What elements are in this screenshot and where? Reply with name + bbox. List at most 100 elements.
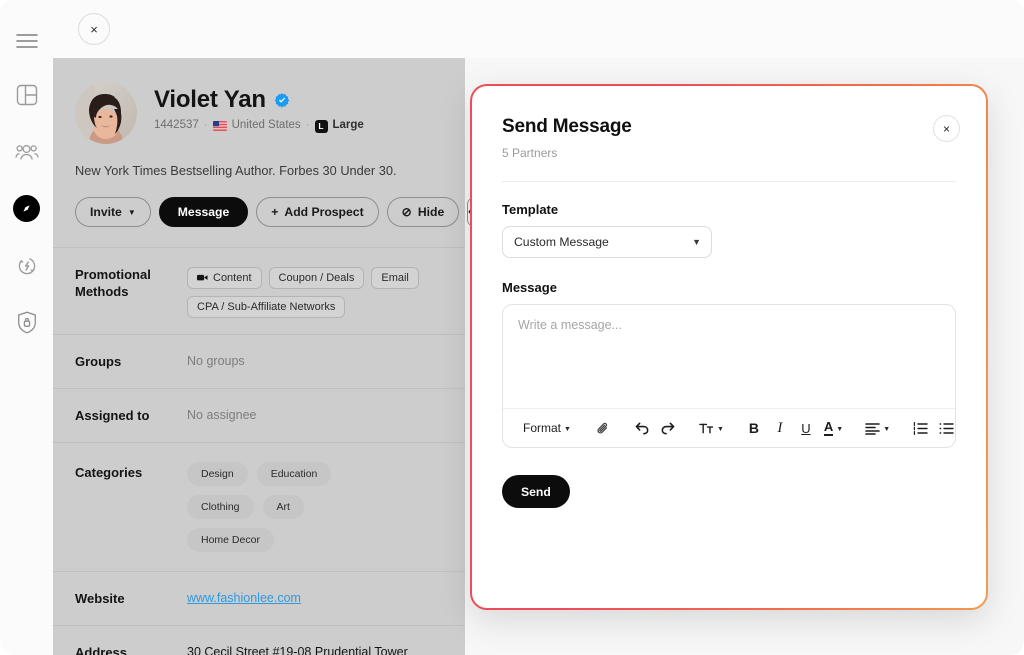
pill-clothing[interactable]: Clothing [187, 494, 254, 519]
close-panel-button[interactable]: × [78, 13, 110, 45]
main-surface: × Violet Yan 1442537 · United States · L… [53, 0, 1024, 655]
sidebar-item-payments[interactable] [0, 237, 53, 294]
redo-icon [660, 421, 676, 435]
promotional-method-chips: Content Coupon / Deals Email CPA / Sub-A… [187, 266, 443, 318]
ordered-list-button[interactable] [908, 416, 932, 440]
shield-lock-icon [17, 311, 37, 334]
chip-content[interactable]: Content [187, 266, 262, 289]
invite-label: Invite [90, 204, 122, 219]
send-label: Send [521, 484, 551, 499]
font-size-button[interactable]: ▼ [694, 416, 728, 440]
format-dropdown-button[interactable]: Format ▼ [516, 416, 578, 440]
send-button[interactable]: Send [502, 475, 570, 508]
attachment-button[interactable] [592, 416, 616, 440]
modal-title: Send Message [502, 116, 632, 137]
chevron-down-icon: ▼ [564, 425, 571, 433]
pill-education[interactable]: Education [256, 461, 332, 486]
avatar[interactable] [75, 82, 137, 144]
undo-icon [634, 421, 650, 435]
add-prospect-button[interactable]: + Add Prospect [256, 196, 379, 227]
hide-button[interactable]: ⊘ Hide [386, 196, 460, 227]
size-label: Large [332, 119, 364, 132]
chip-coupon-deals[interactable]: Coupon / Deals [268, 266, 365, 289]
profile-bio: New York Times Bestselling Author. Forbe… [75, 163, 397, 178]
align-button[interactable]: ▼ [861, 416, 894, 440]
pill-art[interactable]: Art [262, 494, 304, 519]
modal-close-button[interactable]: × [933, 115, 960, 142]
partner-id: 1442537 [154, 119, 199, 132]
row-label: Groups [75, 353, 122, 369]
chip-label: Coupon / Deals [278, 271, 355, 284]
row-assigned-to: Assigned to No assignee [53, 387, 465, 442]
profile-actions: Invite ▼ Message + Add Prospect ⊘ Hide [75, 196, 483, 227]
chip-email[interactable]: Email [371, 266, 419, 289]
unordered-list-icon [939, 422, 954, 435]
underline-icon: U [801, 420, 811, 436]
bold-icon: B [748, 420, 759, 436]
undo-button[interactable] [630, 416, 654, 440]
chip-cpa-networks[interactable]: CPA / Sub-Affiliate Networks [187, 295, 346, 318]
avatar-photo [75, 82, 137, 144]
row-label: Address [75, 644, 128, 655]
row-promotional-methods: Promotional Methods Content Coupon / Dea… [53, 246, 465, 334]
message-editor: Write a message... Format ▼ ▼ B I U A ▼ … [502, 304, 956, 448]
sidebar-item-dashboard[interactable] [0, 66, 53, 123]
editor-toolbar: Format ▼ ▼ B I U A ▼ ▼ [503, 408, 955, 447]
close-icon: × [942, 121, 950, 136]
profile-meta: 1442537 · United States · L Large [154, 119, 364, 133]
underline-button[interactable]: U [794, 416, 818, 440]
template-label: Template [502, 202, 559, 217]
unordered-list-button[interactable] [934, 416, 955, 440]
chip-label: CPA / Sub-Affiliate Networks [197, 300, 336, 313]
video-camera-icon [197, 273, 208, 282]
ordered-list-icon [913, 421, 928, 435]
modal-header: Send Message 5 Partners × [472, 86, 986, 160]
message-button[interactable]: Message [158, 196, 249, 227]
sidebar-item-discover[interactable] [0, 180, 53, 237]
italic-button[interactable]: I [768, 416, 792, 440]
bold-button[interactable]: B [742, 416, 766, 440]
row-categories: Categories Design Education Clothing Art… [53, 441, 465, 571]
groups-value: No groups [187, 353, 245, 368]
sidebar-rail [0, 0, 53, 655]
pill-home-decor[interactable]: Home Decor [187, 527, 274, 552]
website-link[interactable]: www.fashionlee.com [187, 591, 301, 605]
profile-header: Violet Yan 1442537 · United States · L L… [53, 58, 483, 227]
text-color-button[interactable]: A ▼ [820, 416, 847, 440]
profile-panel: Violet Yan 1442537 · United States · L L… [53, 58, 483, 655]
size-badge-icon: L [314, 119, 328, 133]
menu-toggle-button[interactable] [0, 16, 53, 66]
pill-design[interactable]: Design [187, 461, 248, 486]
row-label: Assigned to [75, 407, 150, 423]
redo-button[interactable] [656, 416, 680, 440]
meta-separator: · [203, 119, 208, 132]
row-label: Website [75, 590, 125, 606]
template-field: Template Custom Message ▼ [502, 202, 956, 258]
message-label: Message [177, 204, 230, 219]
chevron-down-icon: ▼ [716, 425, 724, 433]
verified-badge-icon [274, 92, 290, 108]
chevron-down-icon: ▼ [127, 208, 136, 218]
sidebar-item-partners[interactable] [0, 123, 53, 180]
hide-label: Hide [417, 204, 445, 219]
top-bar: × [53, 0, 1024, 58]
modal-body: Template Custom Message ▼ Message Write … [472, 182, 986, 448]
chip-label: Content [213, 271, 252, 284]
chip-label: Email [381, 271, 409, 284]
paperclip-icon [596, 421, 611, 436]
template-select[interactable]: Custom Message [502, 226, 712, 258]
category-pills: Design Education Clothing Art Home Decor [187, 461, 397, 552]
sidebar-item-security[interactable] [0, 294, 53, 351]
profile-detail-rows: Promotional Methods Content Coupon / Dea… [53, 246, 465, 655]
message-label: Message [502, 280, 557, 295]
message-input[interactable]: Write a message... [503, 305, 955, 408]
row-label: Categories [75, 464, 143, 480]
chevron-down-icon: ▼ [836, 425, 844, 433]
meta-separator-2: · [305, 119, 310, 132]
format-label: Format [523, 421, 562, 435]
row-website: Website www.fashionlee.com [53, 570, 465, 625]
invite-button[interactable]: Invite ▼ [75, 196, 151, 227]
close-icon: × [90, 21, 98, 37]
address-value: 30 Cecil Street #19-08 Prudential Tower [187, 644, 408, 655]
font-size-icon [698, 421, 714, 435]
